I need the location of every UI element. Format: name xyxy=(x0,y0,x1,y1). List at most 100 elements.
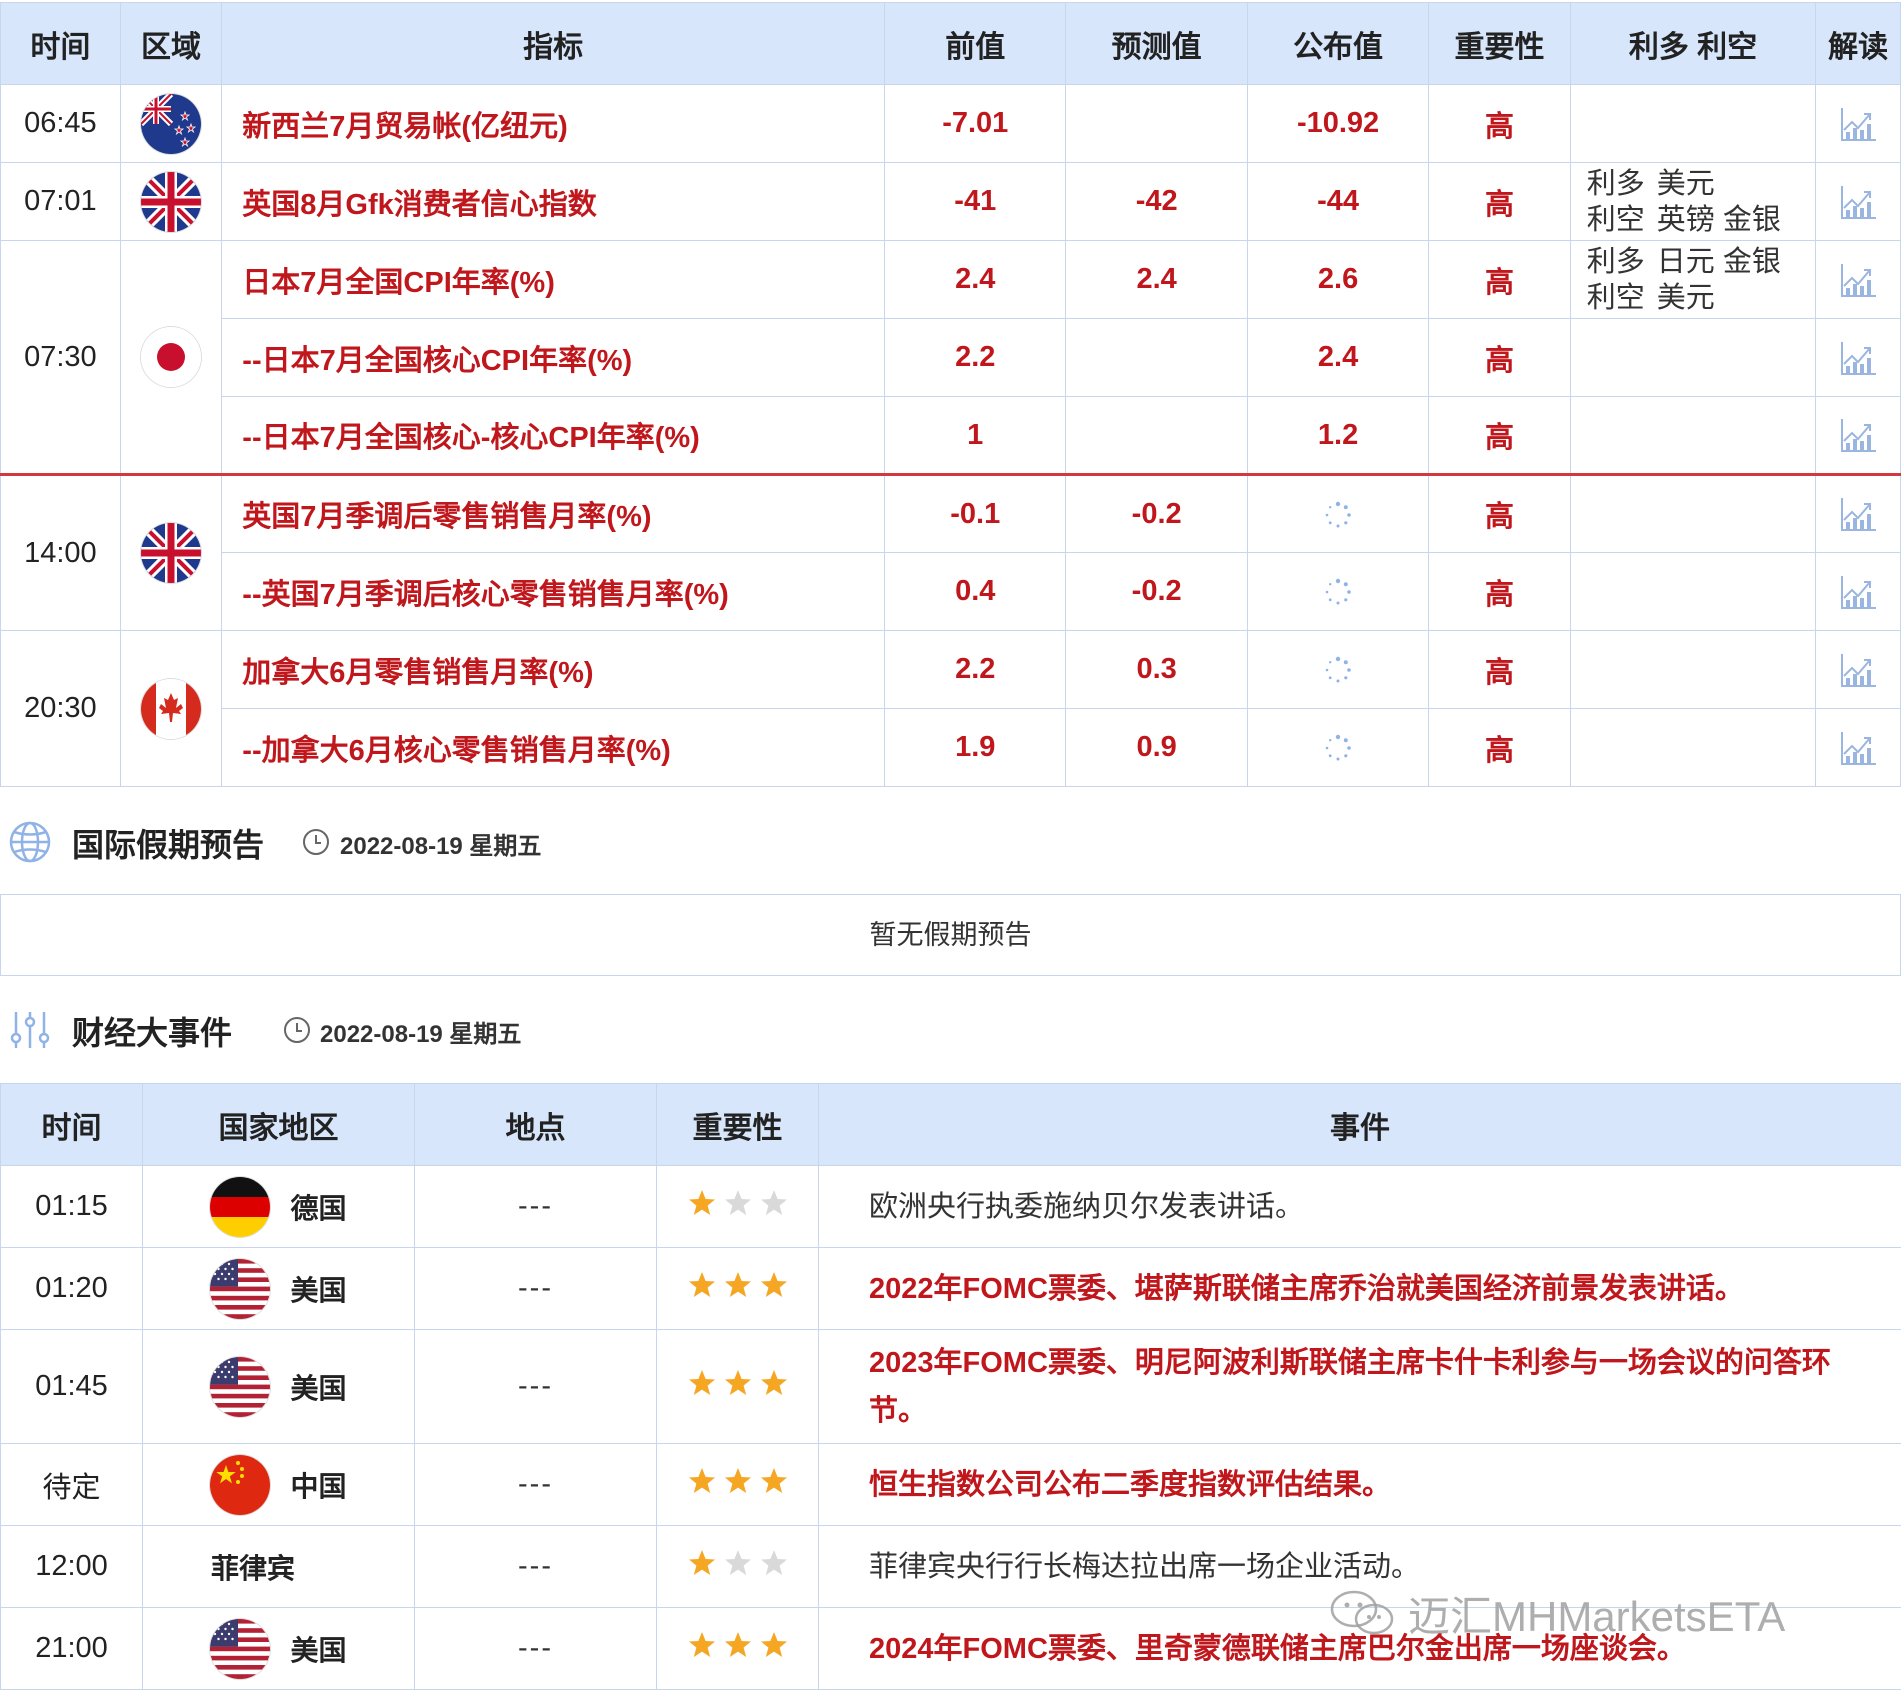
jp-flag-icon xyxy=(141,327,201,387)
chart-analysis-icon[interactable] xyxy=(1838,104,1878,144)
analysis-cell[interactable] xyxy=(1815,396,1901,475)
table-row: --加拿大6月核心零售销售月率(%) 1.9 0.9 高 xyxy=(1,708,1901,787)
forecast-value xyxy=(1065,396,1248,475)
table-row: 01:45 美国 --- 2023年FOMC票委、明尼阿波利斯联储主席卡什卡利参… xyxy=(0,1329,1901,1444)
indicator-link[interactable]: --加拿大6月核心零售销售月率(%) xyxy=(221,708,886,787)
analysis-cell[interactable] xyxy=(1815,162,1901,241)
analysis-cell[interactable] xyxy=(1815,473,1901,553)
chart-analysis-icon[interactable] xyxy=(1838,338,1878,378)
cn-flag-icon xyxy=(210,1454,271,1515)
holiday-empty-message: 暂无假期预告 xyxy=(0,894,1901,976)
chart-analysis-icon[interactable] xyxy=(1838,260,1878,300)
table-header-row: 时间 区域 指标 前值 预测值 公布值 重要性 利多 利空 解读 xyxy=(0,2,1901,85)
table-header-row: 时间 国家地区 地点 重要性 事件 xyxy=(0,1083,1901,1166)
bearish-label: 利空 xyxy=(1586,281,1645,314)
star-filled-icon xyxy=(760,1467,787,1493)
wechat-icon xyxy=(1330,1590,1394,1635)
table-row: 07:30 日本7月全国CPI年率(%) 2.4 2.4 2.6 高 利多 日元 … xyxy=(0,240,1901,475)
col-header-importance: 重要性 xyxy=(656,1083,819,1166)
bearish-label: 利空 xyxy=(1586,203,1645,236)
actual-value: 2.4 xyxy=(1246,318,1430,397)
importance-stars xyxy=(656,1247,819,1330)
forecast-value: 0.3 xyxy=(1065,630,1248,709)
indicator-link[interactable]: 日本7月全国CPI年率(%) xyxy=(221,240,886,319)
chart-analysis-icon[interactable] xyxy=(1838,728,1878,768)
ca-flag-icon xyxy=(141,678,201,739)
star-filled-icon xyxy=(724,1631,751,1657)
indicator-link[interactable]: --日本7月全国核心-核心CPI年率(%) xyxy=(221,396,886,475)
analysis-cell[interactable] xyxy=(1815,630,1901,709)
us-flag-icon xyxy=(210,1618,271,1679)
previous-value: 2.2 xyxy=(884,630,1067,709)
star-filled-icon xyxy=(688,1467,715,1493)
event-place: --- xyxy=(414,1247,657,1330)
col-header-actual: 公布值 xyxy=(1246,2,1430,85)
chart-analysis-icon[interactable] xyxy=(1838,182,1878,222)
chart-analysis-icon[interactable] xyxy=(1838,494,1878,534)
col-header-place: 地点 xyxy=(414,1083,657,1166)
economic-data-table: 时间 区域 指标 前值 预测值 公布值 重要性 利多 利空 解读 06:45 新… xyxy=(0,2,1901,787)
effect-cell xyxy=(1569,318,1817,397)
star-filled-icon xyxy=(688,1189,715,1215)
event-place: --- xyxy=(414,1607,657,1690)
col-header-time: 时间 xyxy=(0,1083,143,1166)
chart-analysis-icon[interactable] xyxy=(1838,572,1878,612)
importance-value: 高 xyxy=(1428,84,1571,163)
forecast-value: -0.2 xyxy=(1065,473,1248,553)
time-cell: 20:30 xyxy=(0,630,121,787)
effect-cell xyxy=(1569,630,1817,709)
analysis-cell[interactable] xyxy=(1815,552,1901,631)
importance-value: 高 xyxy=(1428,162,1571,241)
analysis-cell[interactable] xyxy=(1815,84,1901,163)
event-time: 21:00 xyxy=(0,1607,143,1690)
country-name: 美国 xyxy=(290,1372,347,1404)
effect-cell xyxy=(1569,473,1817,553)
importance-value: 高 xyxy=(1428,240,1571,319)
table-row: --日本7月全国核心CPI年率(%) 2.2 2.4 高 xyxy=(1,318,1901,397)
indicator-link[interactable]: 英国8月Gfk消费者信心指数 xyxy=(221,162,886,241)
star-filled-icon xyxy=(724,1369,751,1395)
region-cell xyxy=(119,84,223,163)
table-row: 待定 中国 --- 恒生指数公司公布二季度指数评估结果。 xyxy=(0,1443,1901,1526)
analysis-cell[interactable] xyxy=(1815,708,1901,787)
actual-value-pending xyxy=(1246,708,1430,787)
previous-value: 1 xyxy=(884,396,1067,475)
loading-spinner-icon xyxy=(1325,735,1351,761)
importance-value: 高 xyxy=(1428,708,1571,787)
indicator-link[interactable]: 英国7月季调后零售销售月率(%) xyxy=(221,473,886,553)
time-cell: 07:01 xyxy=(0,162,121,241)
bullish-assets: 美元 xyxy=(1656,167,1715,200)
effect-cell: 利多 日元 金银 利空 美元 xyxy=(1569,240,1817,319)
previous-value: 2.4 xyxy=(884,240,1067,319)
indicator-link[interactable]: --英国7月季调后核心零售销售月率(%) xyxy=(221,552,886,631)
effect-cell xyxy=(1569,552,1817,631)
importance-value: 高 xyxy=(1428,396,1571,475)
indicator-link[interactable]: --日本7月全国核心CPI年率(%) xyxy=(221,318,886,397)
us-flag-icon xyxy=(210,1356,271,1417)
indicator-link[interactable]: 新西兰7月贸易帐(亿纽元) xyxy=(221,84,886,163)
analysis-cell[interactable] xyxy=(1815,318,1901,397)
star-filled-icon xyxy=(760,1631,787,1657)
events-section-title: 财经大事件 xyxy=(72,1015,233,1051)
importance-stars xyxy=(656,1443,819,1526)
time-cell: 07:30 xyxy=(0,240,121,475)
star-filled-icon xyxy=(724,1271,751,1297)
importance-stars xyxy=(656,1165,819,1248)
chart-analysis-icon[interactable] xyxy=(1838,650,1878,690)
previous-value: 0.4 xyxy=(884,552,1067,631)
col-header-previous: 前值 xyxy=(884,2,1067,85)
indicator-link[interactable]: 加拿大6月零售销售月率(%) xyxy=(221,630,886,709)
analysis-cell[interactable] xyxy=(1815,240,1901,319)
holiday-section-date: 2022-08-19 星期五 xyxy=(340,833,542,860)
star-empty-icon xyxy=(724,1189,751,1215)
bullish-label: 利多 xyxy=(1586,167,1645,200)
watermark: 迈汇MHMarketsETA xyxy=(1328,1583,1888,1643)
star-filled-icon xyxy=(724,1467,751,1493)
country-name: 德国 xyxy=(290,1192,347,1224)
forecast-value: 2.4 xyxy=(1065,240,1248,319)
star-filled-icon xyxy=(688,1631,715,1657)
importance-stars xyxy=(656,1525,819,1608)
chart-analysis-icon[interactable] xyxy=(1838,415,1878,455)
event-time: 01:45 xyxy=(0,1329,143,1444)
importance-value: 高 xyxy=(1428,473,1571,553)
